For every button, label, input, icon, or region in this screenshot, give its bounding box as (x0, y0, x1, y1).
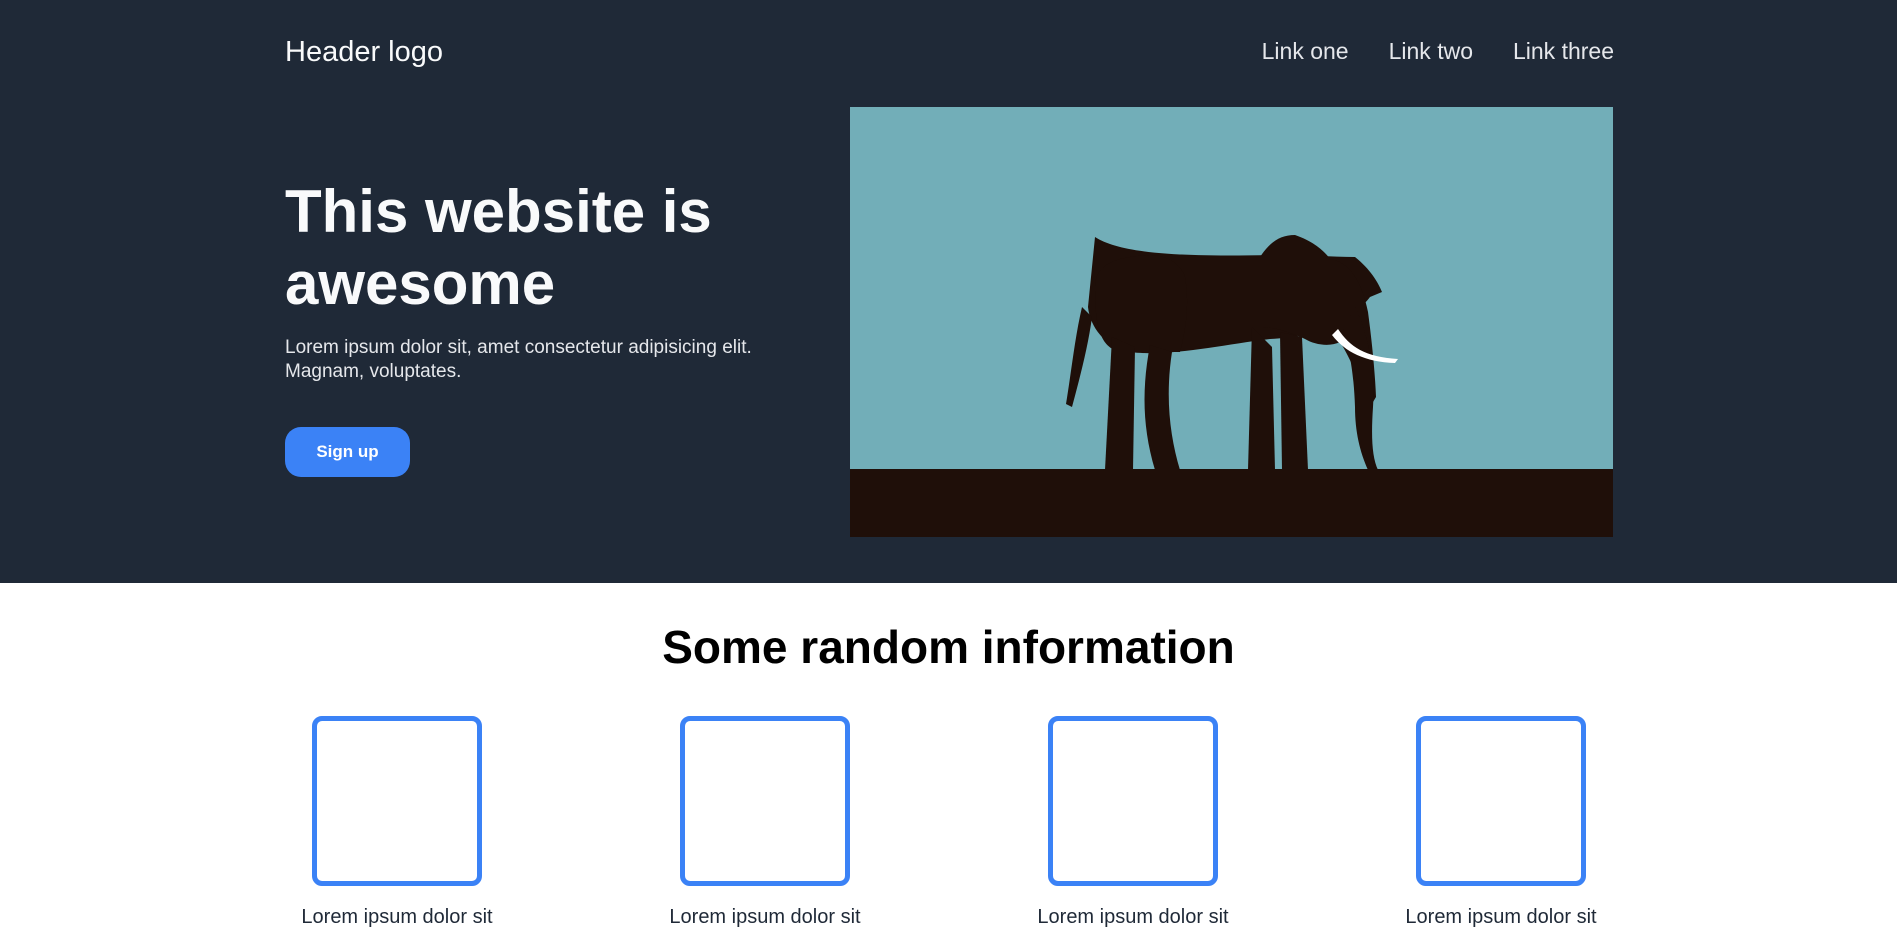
info-card: Lorem ipsum dolor sit (297, 716, 497, 929)
info-card: Lorem ipsum dolor sit (665, 716, 865, 929)
nav-link-three[interactable]: Link three (1513, 38, 1614, 65)
card-text: Lorem ipsum dolor sit (1405, 906, 1597, 928)
nav-link-two[interactable]: Link two (1389, 38, 1473, 65)
card-text: Lorem ipsum dolor sit (301, 906, 493, 928)
info-card: Lorem ipsum dolor sit (1033, 716, 1233, 929)
header-logo[interactable]: Header logo (285, 36, 443, 69)
elephant-image (850, 107, 1613, 537)
hero-title: This website is awesome (285, 178, 712, 317)
hero-description: Lorem ipsum dolor sit, amet consectetur … (285, 337, 752, 382)
card-placeholder-box (1416, 716, 1586, 886)
ground (850, 469, 1613, 537)
header-nav: Link one Link two Link three (1262, 38, 1614, 65)
signup-button[interactable]: Sign up (285, 427, 410, 477)
info-card: Lorem ipsum dolor sit (1401, 716, 1601, 929)
card-placeholder-box (680, 716, 850, 886)
card-placeholder-box (312, 716, 482, 886)
section-title: Some random information (662, 621, 1235, 673)
card-text: Lorem ipsum dolor sit (1037, 906, 1229, 928)
card-text: Lorem ipsum dolor sit (669, 906, 861, 928)
nav-link-one[interactable]: Link one (1262, 38, 1349, 65)
hero-section: Header logo Link one Link two Link three… (0, 0, 1897, 583)
card-placeholder-box (1048, 716, 1218, 886)
